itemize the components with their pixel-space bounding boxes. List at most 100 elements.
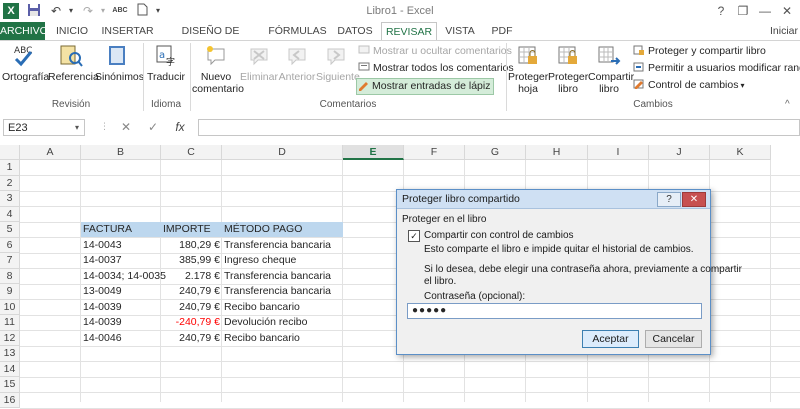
formula-input[interactable] [198, 119, 800, 136]
cell-metodo[interactable]: Transferencia bancaria [224, 269, 331, 284]
row-header-4[interactable]: 4 [0, 206, 20, 222]
name-box[interactable]: E23 [3, 119, 85, 136]
row-header-14[interactable]: 14 [0, 361, 20, 377]
row-header-5[interactable]: 5 [0, 222, 20, 238]
cell-importe[interactable]: 2.178 € [161, 269, 220, 284]
dialog-close-button[interactable]: ✕ [682, 192, 706, 207]
tab-insertar[interactable]: INSERTAR [100, 22, 155, 40]
protect-sheet-button[interactable]: Proteger hoja [508, 43, 548, 95]
cell-factura[interactable]: 14-0037 [83, 253, 122, 268]
cancel-entry-icon[interactable]: ✕ [118, 119, 134, 136]
thesaurus-button[interactable]: Sinónimos [95, 43, 144, 83]
close-window-icon[interactable]: ✕ [776, 2, 798, 20]
research-button[interactable]: Referencia [48, 43, 99, 83]
checkbox-label[interactable]: Compartir con control de cambios [424, 230, 574, 241]
cell-metodo[interactable]: Transferencia bancaria [224, 284, 331, 299]
help-icon[interactable]: ? [710, 2, 732, 20]
row-header-6[interactable]: 6 [0, 237, 20, 253]
column-header-k[interactable]: K [710, 145, 771, 160]
cell-metodo[interactable]: Recibo bancario [224, 331, 300, 346]
tab-vista[interactable]: VISTA [440, 22, 480, 40]
formula-bar-handle-icon[interactable]: ⋮ [100, 121, 109, 132]
row-header-9[interactable]: 9 [0, 284, 20, 300]
row-header-15[interactable]: 15 [0, 377, 20, 393]
show-all-comments-button[interactable]: Mostrar todos los comentarios [358, 61, 514, 76]
cell-factura[interactable]: 14-0046 [83, 331, 122, 346]
column-header-i[interactable]: I [588, 145, 649, 160]
name-box-dropdown-icon[interactable]: ▾ [75, 119, 79, 136]
row-header-11[interactable]: 11 [0, 315, 20, 331]
password-input[interactable]: ●●●●● [407, 303, 702, 319]
cell-importe[interactable]: 240,79 € [161, 300, 220, 315]
protect-share-book-button[interactable]: Proteger y compartir libro [633, 44, 766, 59]
share-track-changes-checkbox[interactable]: ✓ [408, 230, 420, 242]
select-all-corner[interactable] [0, 145, 20, 160]
header-importe[interactable]: IMPORTE [163, 222, 211, 237]
column-header-a[interactable]: A [20, 145, 81, 160]
cell-metodo[interactable]: Recibo bancario [224, 300, 300, 315]
cell-factura[interactable]: 14-0039 [83, 315, 122, 330]
allow-users-edit-ranges-button[interactable]: Permitir a usuarios modificar rangos [633, 61, 800, 76]
column-header-j[interactable]: J [649, 145, 710, 160]
tab-archivo[interactable]: ARCHIVO [0, 22, 48, 40]
row-header-8[interactable]: 8 [0, 268, 20, 284]
tab-formulas[interactable]: FÓRMULAS [265, 22, 330, 40]
tab-inicio[interactable]: INICIO [52, 22, 92, 40]
row-header-12[interactable]: 12 [0, 330, 20, 346]
row-header-2[interactable]: 2 [0, 175, 20, 191]
protect-book-button[interactable]: Proteger libro [548, 43, 588, 95]
enter-entry-icon[interactable]: ✓ [145, 119, 161, 136]
delete-comment-button[interactable]: Eliminar [240, 43, 278, 83]
cell-importe-negative[interactable]: -240,79 € [161, 315, 220, 330]
cell-factura[interactable]: 14-0043 [83, 238, 122, 253]
accept-button[interactable]: Aceptar [582, 330, 639, 348]
previous-comment-button[interactable]: Anterior [278, 43, 316, 83]
cell-importe[interactable]: 180,29 € [161, 238, 220, 253]
column-header-c[interactable]: C [161, 145, 222, 160]
row-header-10[interactable]: 10 [0, 299, 20, 315]
collapse-ribbon-icon[interactable]: ^ [785, 99, 790, 110]
cancel-button[interactable]: Cancelar [645, 330, 702, 348]
cell-metodo[interactable]: Ingreso cheque [224, 253, 296, 268]
cell-metodo[interactable]: Devolución recibo [224, 315, 307, 330]
insert-function-icon[interactable]: fx [172, 119, 188, 136]
row-header-1[interactable]: 1 [0, 160, 20, 176]
spelling-button[interactable]: ABC Ortografía [2, 43, 49, 83]
header-factura[interactable]: FACTURA [83, 222, 132, 237]
column-header-b[interactable]: B [81, 145, 161, 160]
show-ink-button[interactable]: Mostrar entradas de lápiz [356, 78, 495, 95]
research-book-icon [57, 43, 85, 69]
row-header-3[interactable]: 3 [0, 191, 20, 207]
row-header-13[interactable]: 13 [0, 346, 20, 362]
header-metodo-pago[interactable]: MÉTODO PAGO [224, 222, 302, 237]
show-hide-comments-button[interactable]: Mostrar u ocultar comentarios [358, 44, 512, 59]
column-header-e[interactable]: E [343, 145, 404, 160]
cell-factura[interactable]: 14-0039 [83, 300, 122, 315]
spelling-check-icon: ABC [10, 43, 38, 69]
column-header-f[interactable]: F [404, 145, 465, 160]
cell-factura[interactable]: 13-0049 [83, 284, 122, 299]
column-header-h[interactable]: H [526, 145, 588, 160]
tab-datos[interactable]: DATOS [334, 22, 376, 40]
cell-importe[interactable]: 385,99 € [161, 253, 220, 268]
row-header-16[interactable]: 16 [0, 392, 20, 408]
tab-pdf[interactable]: PDF [487, 22, 517, 40]
row-header-7[interactable]: 7 [0, 253, 20, 269]
column-header-d[interactable]: D [222, 145, 343, 160]
column-header-g[interactable]: G [465, 145, 526, 160]
next-comment-button[interactable]: Siguiente [316, 43, 360, 83]
cell-metodo[interactable]: Transferencia bancaria [224, 238, 331, 253]
track-changes-button[interactable]: Control de cambios ▾ [633, 78, 744, 93]
share-book-button[interactable]: Compartir libro [588, 43, 634, 95]
cell-factura[interactable]: 14-0034; 14-0035 [83, 269, 166, 284]
tab-diseno-pagina[interactable]: DISEÑO DE PÁGINA [163, 22, 258, 55]
minimize-icon[interactable]: — [754, 2, 776, 20]
tab-revisar[interactable]: REVISAR [381, 22, 437, 41]
ribbon-display-icon[interactable]: ❐ [732, 2, 754, 20]
cell-importe[interactable]: 240,79 € [161, 331, 220, 346]
translate-button[interactable]: a字 Traducir [146, 43, 186, 83]
cell-importe[interactable]: 240,79 € [161, 284, 220, 299]
sign-in-link[interactable]: Iniciar [768, 22, 800, 40]
dialog-help-button[interactable]: ? [657, 192, 681, 207]
new-comment-button[interactable]: Nuevo comentario [192, 43, 244, 95]
